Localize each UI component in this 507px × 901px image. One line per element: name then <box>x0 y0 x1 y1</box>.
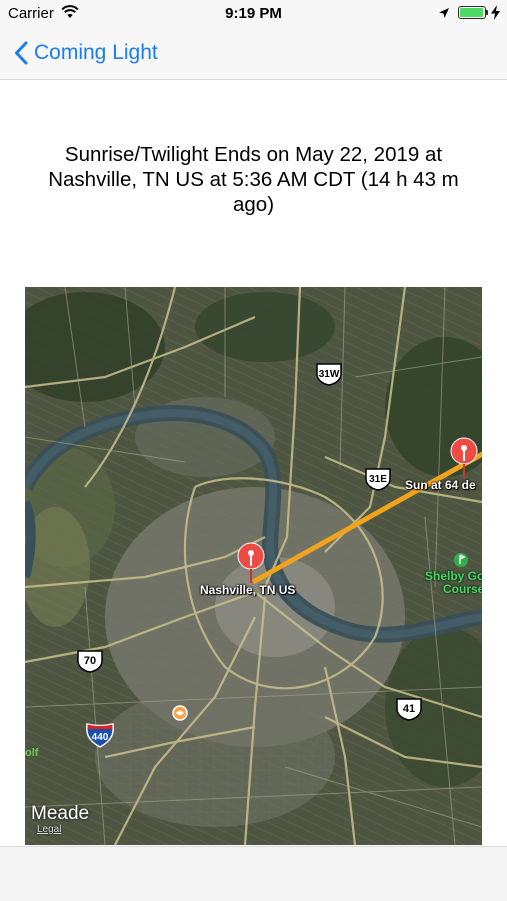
us-route-41-shield: 41 <box>396 698 422 721</box>
event-headline: Sunrise/Twilight Ends on May 22, 2019 at… <box>48 143 459 216</box>
sun-pin-label: Sun at 64 de <box>405 478 476 492</box>
us-route-31e-shield: 31E <box>365 468 391 491</box>
legal-link[interactable]: Legal <box>37 824 61 835</box>
shield-label: 440 <box>92 732 109 743</box>
nashville-pin-label: Nashville, TN US <box>200 583 296 597</box>
clock: 9:19 PM <box>225 5 282 22</box>
golf-course-icon <box>454 553 468 567</box>
status-bar: Carrier 9:19 PM <box>0 0 507 28</box>
shield-label: 70 <box>84 655 96 667</box>
bottom-toolbar <box>0 846 507 901</box>
battery-icon <box>458 6 486 19</box>
charging-bolt-icon <box>491 5 500 20</box>
satellite-map[interactable]: 31W 31E 70 41 440 Nashville, TN US Sun a… <box>25 287 482 845</box>
us-route-70-shield: 70 <box>77 650 103 673</box>
chevron-left-icon <box>15 41 28 65</box>
interstate-440-shield: 440 <box>85 723 115 748</box>
location-arrow-icon <box>439 8 449 18</box>
partial-golf-label: olf <box>25 747 39 759</box>
shield-label: 31E <box>369 474 387 485</box>
navigation-bar: Coming Light <box>0 28 507 80</box>
nashville-pin-icon[interactable] <box>236 542 266 584</box>
shield-label: 41 <box>403 703 415 715</box>
back-button[interactable]: Coming Light <box>14 37 158 69</box>
sun-position-pin-icon[interactable] <box>449 437 479 479</box>
back-button-label: Coming Light <box>34 41 158 64</box>
place-label-meade: Meade <box>31 803 90 824</box>
battery-cap <box>486 10 488 15</box>
battery-level-fill <box>460 8 483 17</box>
shield-label: 31W <box>319 369 340 380</box>
us-route-31w-shield: 31W <box>316 363 342 386</box>
golf-course-label: Shelby Go Course <box>425 569 482 596</box>
school-icon <box>172 705 188 721</box>
